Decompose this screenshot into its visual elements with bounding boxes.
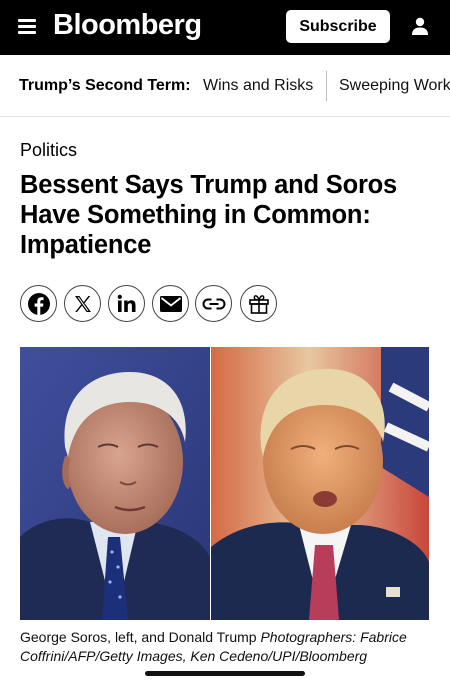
gift-icon: [248, 294, 269, 314]
email-share-button[interactable]: [152, 285, 189, 322]
home-indicator[interactable]: [145, 671, 305, 676]
gift-article-button[interactable]: [240, 285, 277, 322]
copy-link-button[interactable]: [195, 285, 232, 322]
hero-photo: [20, 347, 429, 620]
topic-nav-bar: Trump’s Second Term: Wins and Risks Swee…: [0, 55, 450, 117]
section-label[interactable]: Politics: [20, 140, 77, 161]
linkedin-icon: [117, 294, 135, 312]
article-headline: Bessent Says Trump and Soros Have Someth…: [20, 171, 398, 259]
topic-title: Trump’s Second Term:: [19, 77, 191, 94]
subscribe-button[interactable]: Subscribe: [286, 10, 390, 43]
topic-divider: [326, 71, 327, 101]
linkedin-share-button[interactable]: [108, 285, 145, 322]
x-share-button[interactable]: [64, 285, 101, 322]
hamburger-menu-icon[interactable]: [18, 17, 38, 35]
facebook-icon: [27, 292, 50, 315]
email-icon: [159, 295, 182, 312]
photo-george-soros: [20, 347, 210, 620]
link-icon: [202, 298, 225, 309]
topic-link-wins-and-risks[interactable]: Wins and Risks: [203, 77, 313, 95]
bloomberg-logo[interactable]: Bloomberg: [53, 9, 202, 42]
photo-caption: George Soros, left, and Donald Trump Pho…: [20, 628, 425, 666]
top-header: Bloomberg Subscribe: [0, 0, 450, 55]
facebook-share-button[interactable]: [20, 285, 57, 322]
topic-link-sweeping-work[interactable]: Sweeping Work: [339, 77, 450, 95]
user-icon[interactable]: [410, 16, 430, 36]
caption-text: George Soros, left, and Donald Trump: [20, 629, 257, 645]
photo-donald-trump: [211, 347, 429, 620]
x-icon: [74, 295, 91, 312]
